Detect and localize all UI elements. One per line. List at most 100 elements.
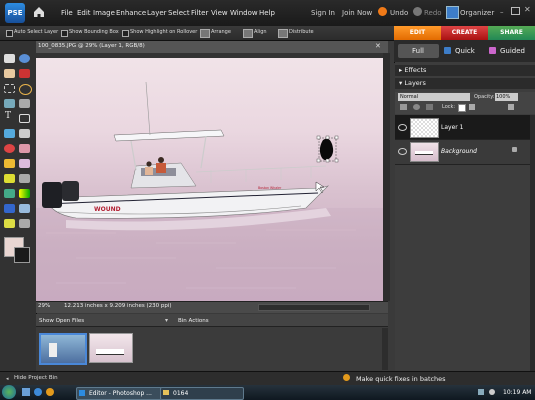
media-icon[interactable] <box>46 388 54 396</box>
healing-brush-tool-icon[interactable] <box>19 144 30 153</box>
home-icon[interactable] <box>32 5 46 19</box>
redo-icon[interactable] <box>413 7 422 16</box>
smart-brush-tool-icon[interactable] <box>19 174 30 183</box>
undo-icon[interactable] <box>378 7 387 16</box>
start-button[interactable] <box>2 385 16 399</box>
brush-tool-icon[interactable] <box>4 174 15 183</box>
opacity-field[interactable]: 100% <box>495 93 518 101</box>
auto-select-label: Auto Select Layer <box>14 29 59 35</box>
sign-in-link[interactable]: Sign In <box>311 9 335 17</box>
tab-quick[interactable]: Quick <box>455 44 475 58</box>
bin-thumbnail-2[interactable] <box>89 333 133 363</box>
blend-mode-select[interactable]: Normal <box>398 93 470 101</box>
quick-fix-hint[interactable]: Make quick fixes in batches <box>356 375 446 383</box>
menu-layer[interactable]: Layer <box>147 9 167 17</box>
close-button[interactable]: ✕ <box>524 5 531 14</box>
zoom-tool-icon[interactable] <box>19 54 30 63</box>
move-tool-icon[interactable] <box>4 54 15 63</box>
tab-share[interactable]: SHARE <box>488 26 535 40</box>
chevron-down-icon[interactable]: ▾ <box>165 317 168 324</box>
visibility-eye-icon[interactable] <box>398 124 407 131</box>
show-open-files-dropdown[interactable]: Show Open Files <box>39 318 84 324</box>
pencil-tool-icon[interactable] <box>19 219 30 228</box>
maximize-button[interactable] <box>511 7 520 15</box>
bin-thumbnail-1[interactable] <box>39 333 87 365</box>
blur-tool-icon[interactable] <box>19 204 30 213</box>
align-icon[interactable] <box>243 29 253 38</box>
clone-stamp-tool-icon[interactable] <box>4 159 15 168</box>
cookie-cutter-tool-icon[interactable] <box>4 129 15 138</box>
lock-transparency-icon[interactable] <box>458 104 466 112</box>
image-canvas[interactable]: WOUND Boston Whaler <box>36 58 383 301</box>
organizer-icon[interactable] <box>446 6 459 19</box>
background-color-swatch[interactable] <box>14 247 30 263</box>
effects-panel-title: Effects <box>404 66 427 74</box>
paint-bucket-tool-icon[interactable] <box>4 189 15 198</box>
show-desktop-icon[interactable] <box>22 388 30 396</box>
tab-edit[interactable]: EDIT <box>394 26 441 40</box>
bin-scrollbar[interactable] <box>382 328 388 370</box>
menu-image[interactable]: Image <box>93 9 115 17</box>
tab-guided[interactable]: Guided <box>500 44 525 58</box>
menu-filter[interactable]: Filter <box>191 9 208 17</box>
link-layers-icon[interactable] <box>426 104 433 110</box>
menu-enhance[interactable]: Enhance <box>116 9 146 17</box>
eraser-tool-icon[interactable] <box>19 159 30 168</box>
auto-select-checkbox[interactable] <box>6 30 13 37</box>
marquee-tool-icon[interactable] <box>4 84 15 93</box>
straighten-tool-icon[interactable] <box>19 129 30 138</box>
menu-window[interactable]: Window <box>230 9 258 17</box>
new-layer-icon[interactable] <box>400 104 407 110</box>
magic-wand-tool-icon[interactable] <box>4 99 15 108</box>
bin-actions-menu[interactable]: Bin Actions <box>178 318 209 324</box>
quick-edit-icon <box>444 47 451 54</box>
taskbar-folder-button[interactable]: 0164 <box>160 387 244 400</box>
document-size: 12.213 inches x 9.209 inches (230 ppi) <box>64 303 172 309</box>
selection-brush-tool-icon[interactable] <box>19 99 30 108</box>
tab-full[interactable]: Full <box>398 44 439 58</box>
menu-file[interactable]: File <box>61 9 73 17</box>
minimize-button[interactable]: – <box>500 8 504 16</box>
taskbar-editor-button[interactable]: Editor - Photoshop ... <box>76 387 162 400</box>
lock-all-icon[interactable] <box>469 104 475 110</box>
hull-brand-text: Boston Whaler <box>258 186 282 190</box>
effects-panel-header[interactable]: ▸ Effects <box>395 65 535 76</box>
hand-tool-icon[interactable] <box>4 69 15 78</box>
hide-project-bin-button[interactable]: Hide Project Bin <box>14 375 58 381</box>
ie-icon[interactable] <box>34 388 42 396</box>
menu-select[interactable]: Select <box>168 9 190 17</box>
tab-create[interactable]: CREATE <box>441 26 488 40</box>
document-close-icon[interactable]: ✕ <box>375 42 381 50</box>
type-tool-icon[interactable]: T <box>5 111 11 121</box>
bounding-box-label: Show Bounding Box <box>69 29 119 35</box>
red-eye-tool-icon[interactable] <box>4 144 15 153</box>
redo-button[interactable]: Redo <box>424 9 442 17</box>
menu-help[interactable]: Help <box>259 9 275 17</box>
adjustment-layer-icon[interactable] <box>413 104 420 110</box>
join-now-link[interactable]: Join Now <box>342 9 372 17</box>
arrange-icon[interactable] <box>200 29 210 38</box>
app-logo: PSE <box>5 3 25 23</box>
canvas-horizontal-scrollbar[interactable] <box>258 304 370 311</box>
crop-tool-icon[interactable] <box>19 114 30 123</box>
sponge-tool-icon[interactable] <box>4 219 15 228</box>
delete-layer-icon[interactable] <box>508 104 514 110</box>
lasso-tool-icon[interactable] <box>19 84 32 95</box>
menu-view[interactable]: View <box>211 9 228 17</box>
menu-edit[interactable]: Edit <box>77 9 91 17</box>
shape-tool-icon[interactable] <box>4 204 15 213</box>
distribute-button[interactable]: Distribute <box>289 29 314 35</box>
canvas-vertical-scrollbar[interactable] <box>383 53 390 301</box>
layers-scrollbar[interactable] <box>530 115 535 371</box>
highlight-rollover-checkbox[interactable] <box>122 30 129 37</box>
layers-panel-header[interactable]: ▾ Layers <box>395 78 535 89</box>
organizer-button[interactable]: Organizer <box>460 9 494 17</box>
gradient-tool-icon[interactable] <box>19 189 30 198</box>
arrange-button[interactable]: Arrange <box>211 29 231 35</box>
undo-button[interactable]: Undo <box>390 9 408 17</box>
eyedropper-tool-icon[interactable] <box>19 69 30 78</box>
bounding-box-checkbox[interactable] <box>61 30 68 37</box>
distribute-icon[interactable] <box>278 29 288 38</box>
align-button[interactable]: Align <box>254 29 267 35</box>
visibility-eye-icon[interactable] <box>398 148 407 155</box>
